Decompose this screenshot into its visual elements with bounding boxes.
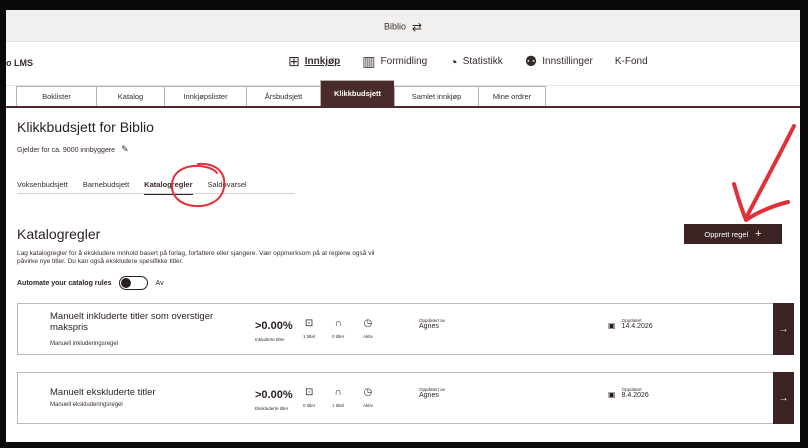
nav-statistikk[interactable]: ◔ Statistikk <box>449 54 502 70</box>
rule-name: Manuelt ekskluderte titler <box>50 387 156 398</box>
divider <box>6 106 800 108</box>
tab-samlet-innkjop[interactable]: Samlet innkjøp <box>394 86 478 106</box>
titles-count: 0 titler <box>303 403 316 408</box>
automate-row: Automate your catalog rules Av <box>17 276 164 290</box>
rule-percentage-label: Ekskluderte titler <box>255 406 289 411</box>
tabs-underline <box>17 193 295 194</box>
calendar-icon: ▣ <box>608 390 616 399</box>
pencil-icon[interactable]: ✎ <box>121 144 129 154</box>
circle-annotation <box>170 162 226 208</box>
clock-icon: ◷ <box>363 387 373 398</box>
updated-date-value: 8.4.2026 <box>621 392 649 399</box>
updated-by: Oppdatert av Agnes <box>419 387 445 399</box>
toggle-knob <box>120 278 131 288</box>
status-text: Aktiv <box>363 403 373 408</box>
rule-percentage: >0.00% <box>255 389 293 401</box>
rule-name: Manuelt inkluderte titler som overstiger… <box>50 311 214 333</box>
book-icon: ⊡ <box>304 318 314 329</box>
app-logo-text: o LMS <box>6 58 33 68</box>
section-description: Lag katalogregler for å ekskludere innho… <box>17 250 375 266</box>
audio-stat: ∩ 0 titler <box>332 318 344 339</box>
automate-label: Automate your catalog rules <box>17 279 112 287</box>
nav-label: Innstillinger <box>542 56 593 67</box>
nav-label: Statistikk <box>462 56 503 67</box>
tab-innkjopslister[interactable]: Innkjøpslister <box>164 86 246 106</box>
main-nav: o LMS ⊞ Innkjøp ▥ Formidling ◔ Statistik… <box>6 42 800 86</box>
library-name: Biblio <box>383 21 406 32</box>
top-strip: Biblio ⇄ <box>6 10 800 42</box>
rule-percentage: >0.00% <box>255 320 293 332</box>
updated-by-value: Agnes <box>419 323 439 330</box>
open-rule-button[interactable]: → <box>773 303 794 355</box>
arrow-annotation <box>732 124 796 222</box>
purchase-subtabs: Boklister Katalog Innkjøpslister Årsbuds… <box>16 80 546 106</box>
nav-label: Innkjøp <box>304 56 341 67</box>
pie-chart-icon: ◔ <box>449 53 458 70</box>
calendar-icon: ▣ <box>608 321 616 330</box>
titles-stat: ⊡ 0 titler <box>303 387 315 408</box>
app-frame: Biblio ⇄ o LMS ⊞ Innkjøp ▥ Formidling ◔ S… <box>6 10 800 442</box>
nav-innkjop[interactable]: ⊞ Innkjøp <box>288 53 340 70</box>
rule-card[interactable]: Manuelt inkluderte titler som overstiger… <box>17 303 794 355</box>
tab-klikkbudsjett[interactable]: Klikkbudsjett <box>320 80 394 106</box>
library-switcher[interactable]: Biblio ⇄ <box>6 20 800 34</box>
population-info: Gjelder for ca. 9000 innbyggere ✎ <box>17 144 129 155</box>
toggle-state: Av <box>155 279 164 287</box>
audio-count: 0 titler <box>332 334 345 339</box>
nav-formidling[interactable]: ▥ Formidling <box>362 53 427 70</box>
tab-boklister[interactable]: Boklister <box>16 86 96 106</box>
updated-date-value: 14.4.2026 <box>621 323 653 330</box>
updated-date: ▣ Oppdatert 14.4.2026 <box>608 318 653 330</box>
automate-toggle[interactable] <box>118 276 148 290</box>
tab-mine-ordrer[interactable]: Mine ordrer <box>478 86 546 106</box>
arrow-right-icon: → <box>778 323 789 335</box>
rule-percentage-label: Inkluderte titler <box>255 337 285 342</box>
nav-label: Formidling <box>380 56 428 67</box>
titles-stat: ⊡ 1 tittel <box>303 318 315 339</box>
population-text: Gjelder for ca. 9000 innbyggere <box>17 147 116 154</box>
books-icon: ▥ <box>362 53 376 69</box>
nav-k-fond[interactable]: K-Fond <box>615 56 648 67</box>
nav-innstillinger[interactable]: ⚉ Innstillinger <box>525 53 593 70</box>
rule-type: Manuell inkluderingsregel <box>50 341 119 347</box>
headphones-icon: ∩ <box>334 387 342 398</box>
rule-card[interactable]: Manuelt ekskluderte titler Manuell ekskl… <box>17 372 794 424</box>
headphones-icon: ∩ <box>334 318 342 329</box>
arrow-right-icon: → <box>778 392 789 404</box>
updated-date: ▣ Oppdatert 8.4.2026 <box>608 387 649 399</box>
clock-icon: ◷ <box>363 318 373 329</box>
section-title: Katalogregler <box>17 226 101 242</box>
create-rule-label: Opprett regel <box>704 229 749 239</box>
nav-label: K-Fond <box>614 56 648 67</box>
book-icon: ⊡ <box>304 387 314 398</box>
swap-icon: ⇄ <box>411 20 423 34</box>
page-title: Klikkbudsjett for Biblio <box>17 119 154 135</box>
status-stat: ◷ Aktiv <box>363 387 373 408</box>
basket-icon: ⊞ <box>288 53 300 69</box>
updated-by-value: Agnes <box>419 392 439 399</box>
status-stat: ◷ Aktiv <box>363 318 373 339</box>
rule-type: Manuell ekskluderingsregel <box>50 402 123 408</box>
titles-count: 1 tittel <box>303 334 316 339</box>
status-text: Aktiv <box>363 334 373 339</box>
updated-by: Oppdatert av Agnes <box>419 318 445 330</box>
audio-stat: ∩ 1 tittel <box>332 387 344 408</box>
audio-count: 1 tittel <box>332 403 345 408</box>
org-icon: ⚉ <box>524 53 538 69</box>
tab-arsbudsjett[interactable]: Årsbudsjett <box>246 86 320 106</box>
open-rule-button[interactable]: → <box>773 372 794 424</box>
tab-katalog[interactable]: Katalog <box>96 86 164 106</box>
